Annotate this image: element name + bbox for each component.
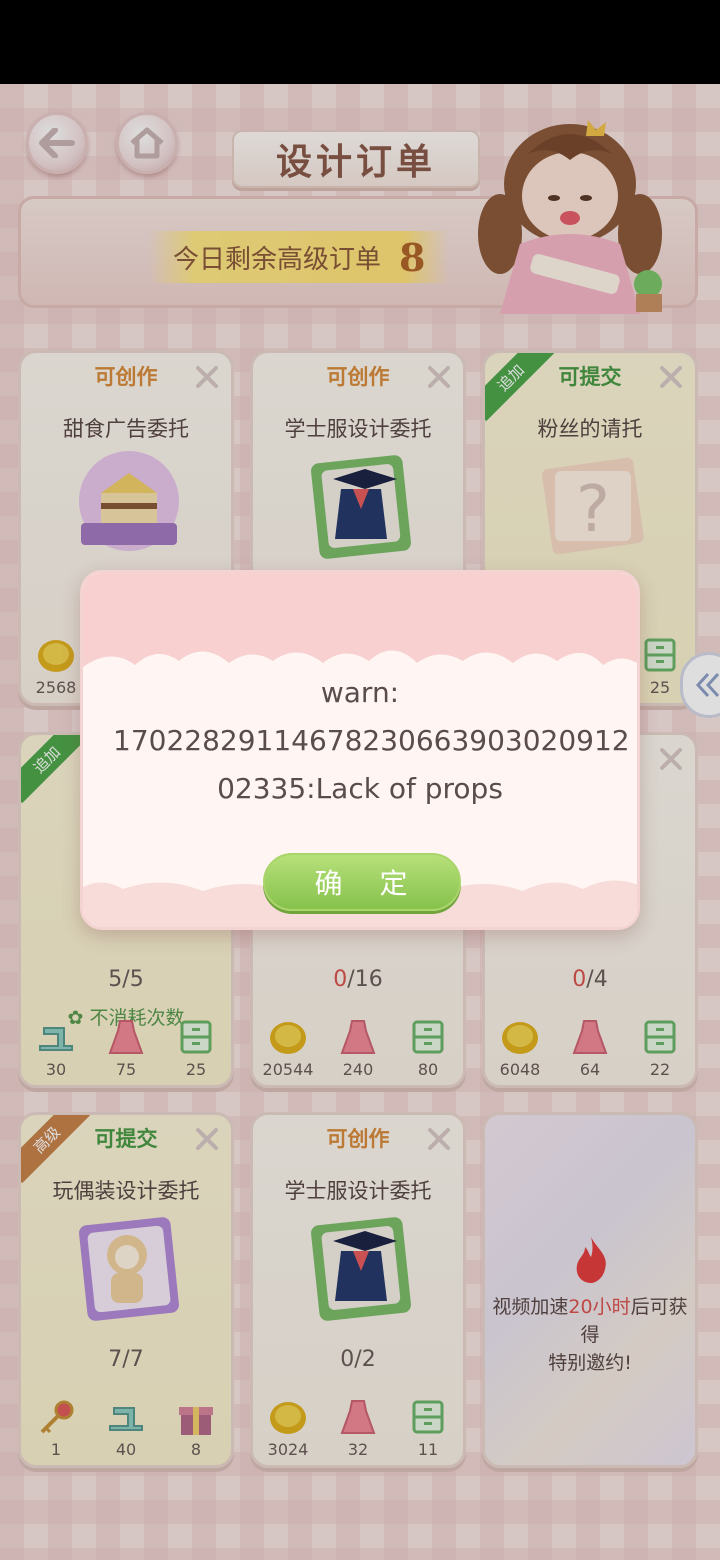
status-bar: [0, 0, 720, 84]
dialog-message-line: 17022829114678230663903020912: [113, 724, 630, 757]
dialog-message-line: warn:: [320, 676, 400, 709]
confirm-button[interactable]: 确 定: [263, 853, 461, 911]
warning-dialog: warn: 17022829114678230663903020912 0233…: [80, 570, 640, 930]
dialog-message: warn: 17022829114678230663903020912 0233…: [113, 669, 630, 813]
dialog-message-line: 02335:Lack of props: [217, 772, 503, 805]
